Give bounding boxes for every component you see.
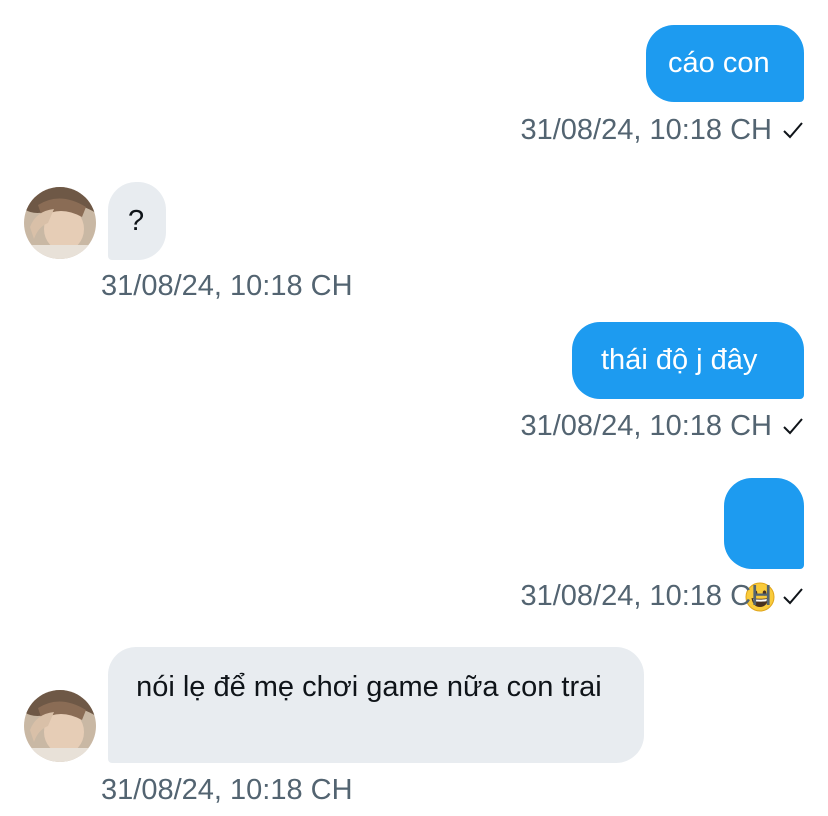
message-meta: 31/08/24, 10:18 CH bbox=[420, 113, 804, 148]
message-bubble[interactable]: cáo con bbox=[646, 25, 804, 102]
message-timestamp: 31/08/24, 10:18 CH bbox=[520, 580, 772, 612]
message-meta: 31/08/24, 10:18 CH bbox=[420, 409, 804, 444]
message-timestamp: 31/08/24, 10:18 CH bbox=[101, 774, 353, 806]
user-avatar[interactable] bbox=[24, 187, 96, 259]
check-icon bbox=[782, 410, 804, 444]
message-bubble[interactable]: ? bbox=[108, 182, 166, 260]
user-avatar[interactable] bbox=[24, 690, 96, 762]
message-meta: 31/08/24, 10:18 CH bbox=[420, 579, 804, 614]
message-bubble[interactable]: nói lẹ để mẹ chơi game nữa con trai bbox=[108, 647, 644, 763]
message-timestamp: 31/08/24, 10:18 CH bbox=[101, 270, 353, 302]
message-bubble[interactable] bbox=[724, 478, 804, 612]
message-timestamp: 31/08/24, 10:18 CH bbox=[520, 114, 772, 146]
check-icon bbox=[782, 114, 804, 148]
message-timestamp: 31/08/24, 10:18 CH bbox=[520, 410, 772, 442]
check-icon bbox=[782, 580, 804, 614]
message-bubble[interactable]: thái độ j đây bbox=[572, 322, 804, 399]
